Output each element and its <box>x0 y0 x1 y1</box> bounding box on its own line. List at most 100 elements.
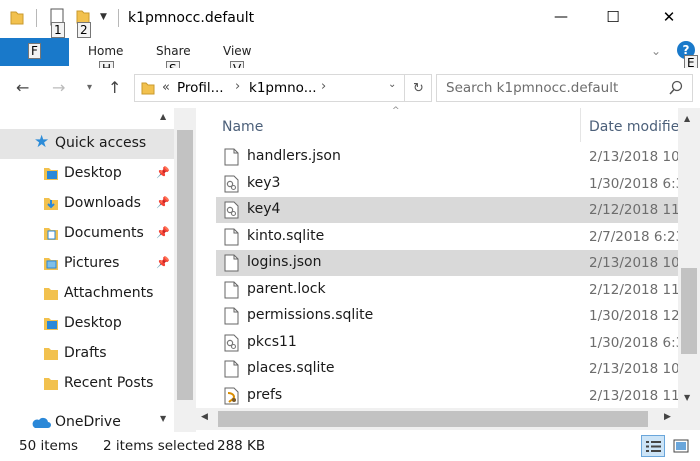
breadcrumb-item[interactable]: Profil... <box>177 80 224 96</box>
cloud-icon <box>32 417 51 428</box>
horizontal-scrollbar-thumb[interactable] <box>218 411 648 427</box>
file-date-modified: 1/30/2018 12 <box>589 308 678 324</box>
file-row[interactable]: prefs 2/13/2018 11 <box>216 383 678 409</box>
file-row[interactable]: key3 1/30/2018 6:3 <box>216 171 678 197</box>
nav-item-recent-posts[interactable]: Recent Posts <box>0 369 174 399</box>
desktop-folder-icon <box>44 168 58 180</box>
file-row[interactable]: logins.json 2/13/2018 10 <box>216 250 678 276</box>
scroll-up-icon[interactable]: ▲ <box>160 112 166 121</box>
column-header-name[interactable]: Name <box>222 119 263 135</box>
divider <box>118 9 119 27</box>
file-row[interactable]: places.sqlite 2/13/2018 10 <box>216 356 678 382</box>
pin-icon[interactable]: 📌 <box>156 256 170 269</box>
close-button[interactable]: ✕ <box>646 0 692 34</box>
scroll-down-icon[interactable]: ▼ <box>684 393 690 402</box>
tab-view[interactable]: View <box>223 44 251 58</box>
pin-icon[interactable]: 📌 <box>156 226 170 239</box>
large-icons-view-icon <box>673 439 689 453</box>
refresh-button[interactable]: ↻ <box>404 74 432 102</box>
scroll-right-icon[interactable]: ▶ <box>664 412 671 422</box>
details-view-button[interactable] <box>641 435 665 457</box>
document-icon <box>224 148 239 166</box>
file-date-modified: 2/13/2018 10 <box>589 255 678 271</box>
file-name: kinto.sqlite <box>247 227 325 244</box>
scrollbar-corner <box>678 408 700 430</box>
up-button[interactable]: ↑ <box>108 78 121 97</box>
file-keytip: F <box>28 43 41 59</box>
column-header-date[interactable]: Date modified <box>589 119 688 135</box>
file-name: parent.lock <box>247 280 326 297</box>
nav-item-label: Documents <box>64 225 144 241</box>
scroll-up-icon[interactable]: ▲ <box>684 114 690 123</box>
file-row[interactable]: handlers.json 2/13/2018 10 <box>216 144 678 170</box>
folder-icon <box>141 82 155 95</box>
tab-home[interactable]: Home <box>88 44 123 58</box>
recent-locations-icon[interactable]: ▾ <box>87 82 92 93</box>
nav-item-desktop[interactable]: Desktop 📌 <box>0 159 174 189</box>
scroll-left-icon[interactable]: ◀ <box>201 412 208 422</box>
pin-icon[interactable]: 📌 <box>156 196 170 209</box>
nav-item-drafts[interactable]: Drafts <box>0 339 174 369</box>
minimize-button[interactable]: — <box>538 0 584 34</box>
file-date-modified: 1/30/2018 6:3 <box>589 334 678 351</box>
file-date-modified: 2/12/2018 11 <box>589 202 678 218</box>
nav-item-label: Downloads <box>64 195 141 211</box>
breadcrumb-separator-icon[interactable]: › <box>321 79 326 94</box>
breadcrumb-item[interactable]: k1pmno... <box>249 80 317 96</box>
nav-item-label: Quick access <box>55 135 147 151</box>
qat-keytip-1: 1 <box>51 22 65 38</box>
script-file-icon <box>224 387 239 404</box>
vertical-scrollbar-thumb[interactable] <box>681 268 697 354</box>
downloads-folder-icon <box>44 198 58 210</box>
nav-item-label: Desktop <box>64 165 122 181</box>
nav-item-downloads[interactable]: Downloads 📌 <box>0 189 174 219</box>
file-row[interactable]: pkcs11 1/30/2018 6:3 <box>216 330 678 356</box>
expand-ribbon-icon[interactable]: ⌄ <box>651 44 661 58</box>
document-icon <box>224 228 239 245</box>
back-button[interactable]: ← <box>16 78 29 97</box>
file-name: prefs <box>247 386 283 403</box>
file-name: key4 <box>247 201 281 217</box>
document-icon <box>224 254 239 272</box>
column-divider[interactable] <box>580 108 581 142</box>
breadcrumb-overflow[interactable]: « <box>162 80 170 95</box>
title-bar: 1 2 ▼ k1pmnocc.default — ☐ ✕ <box>0 0 700 38</box>
breadcrumb-separator-icon[interactable]: › <box>235 79 240 94</box>
file-row[interactable]: key4 2/12/2018 11 <box>216 197 678 223</box>
nav-item-desktop-2[interactable]: Desktop <box>0 309 174 339</box>
search-placeholder: Search k1pmnocc.default <box>446 80 619 96</box>
document-icon <box>224 360 239 378</box>
maximize-button[interactable]: ☐ <box>590 0 636 34</box>
nav-item-attachments[interactable]: Attachments <box>0 279 174 309</box>
file-date-modified: 2/13/2018 10 <box>589 149 678 165</box>
file-row[interactable]: parent.lock 2/12/2018 11 <box>216 277 678 303</box>
scroll-down-icon[interactable]: ▼ <box>160 414 166 423</box>
customize-qat-icon[interactable]: ▼ <box>100 12 107 22</box>
file-date-modified: 2/13/2018 11 <box>589 387 678 404</box>
address-bar[interactable]: « Profil... › k1pmno... › ⌄ <box>134 74 432 102</box>
nav-item-pictures[interactable]: Pictures 📌 <box>0 249 174 279</box>
file-row[interactable]: kinto.sqlite 2/7/2018 6:23 <box>216 224 678 250</box>
address-dropdown-icon[interactable]: ⌄ <box>388 79 396 90</box>
search-icon[interactable] <box>668 80 684 96</box>
file-list-vertical-scrollbar[interactable] <box>678 108 700 408</box>
file-name: pkcs11 <box>247 333 297 350</box>
system-file-icon <box>224 334 239 351</box>
refresh-icon: ↻ <box>413 80 424 96</box>
selection-count: 2 items selected <box>103 438 215 454</box>
file-name: permissions.sqlite <box>247 307 374 323</box>
folder-icon <box>44 378 58 390</box>
selection-size: 288 KB <box>217 438 266 454</box>
nav-scrollbar-thumb[interactable] <box>177 130 193 400</box>
divider <box>36 9 37 27</box>
file-tab[interactable]: F <box>0 38 69 66</box>
nav-item-quick-access[interactable]: ★ Quick access <box>0 129 174 159</box>
large-icons-view-button[interactable] <box>670 436 692 456</box>
nav-item-documents[interactable]: Documents 📌 <box>0 219 174 249</box>
forward-button[interactable]: → <box>52 78 65 97</box>
documents-folder-icon <box>44 228 58 240</box>
file-date-modified: 2/13/2018 10 <box>589 361 678 377</box>
tab-share[interactable]: Share <box>156 44 191 58</box>
pin-icon[interactable]: 📌 <box>156 166 170 179</box>
file-row[interactable]: permissions.sqlite 1/30/2018 12 <box>216 303 678 329</box>
